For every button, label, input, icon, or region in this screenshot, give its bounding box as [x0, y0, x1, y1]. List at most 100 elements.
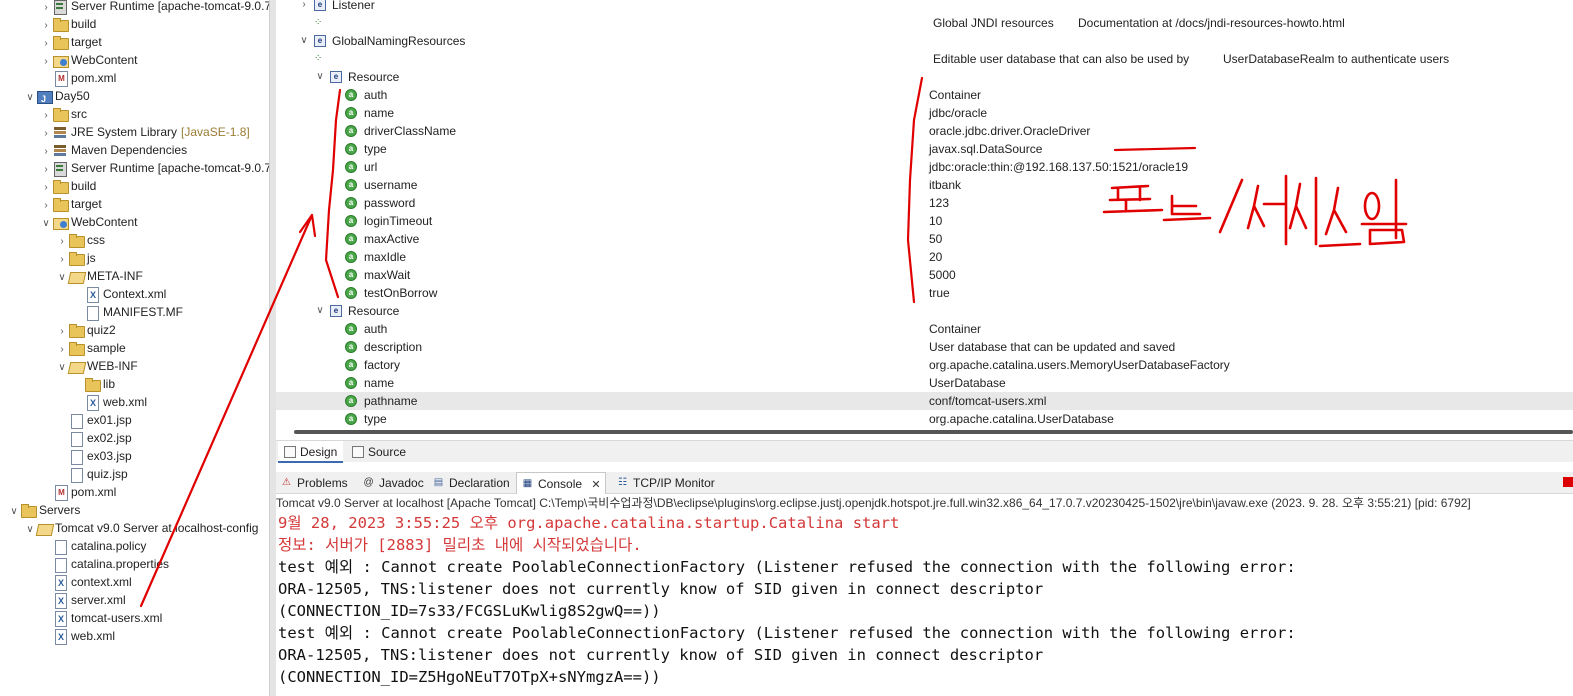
- attribute-value[interactable]: 123: [929, 194, 949, 212]
- attribute-row[interactable]: a driverClassName oracle.jdbc.driver.Oracl…: [276, 122, 1573, 140]
- tree-item[interactable]: › target: [40, 33, 102, 51]
- tab-javadoc[interactable]: @ Javadoc: [358, 472, 423, 494]
- attribute-value[interactable]: 5000: [929, 266, 956, 284]
- attribute-row[interactable]: a testOnBorrow true: [276, 284, 1573, 302]
- chevron-right-icon[interactable]: ›: [298, 0, 310, 14]
- tree-item[interactable]: context.xml: [40, 573, 132, 591]
- explorer-splitter[interactable]: [269, 0, 276, 696]
- chevron-down-icon[interactable]: ∨: [314, 302, 326, 320]
- tree-item[interactable]: › target: [40, 195, 102, 213]
- tree-item[interactable]: › Maven Dependencies: [40, 141, 187, 159]
- attribute-value[interactable]: jdbc:oracle:thin:@192.168.137.50:1521/or…: [929, 158, 1188, 176]
- element-row[interactable]: ∨ e GlobalNamingResources: [276, 32, 1573, 50]
- attribute-value[interactable]: jdbc/oracle: [929, 104, 987, 122]
- editor-horizontal-scrollbar[interactable]: [294, 430, 1573, 434]
- attribute-value[interactable]: org.apache.catalina.UserDatabase: [929, 410, 1114, 428]
- chevron-down-icon[interactable]: ∨: [8, 503, 20, 521]
- chevron-down-icon[interactable]: ∨: [56, 359, 68, 377]
- attribute-value[interactable]: User database that can be updated and sa…: [929, 338, 1175, 356]
- attribute-row[interactable]: a description User database that can be up…: [276, 338, 1573, 356]
- element-row[interactable]: ∨ e Resource: [276, 302, 1573, 320]
- tree-item[interactable]: ∨ Tomcat v9.0 Server at localhost-config: [24, 519, 258, 537]
- element-row[interactable]: › e Listener: [276, 0, 1573, 14]
- tree-item[interactable]: ex02.jsp: [56, 429, 132, 447]
- chevron-down-icon[interactable]: ∨: [56, 269, 68, 287]
- attribute-value[interactable]: UserDatabase: [929, 374, 1006, 392]
- tree-item[interactable]: pom.xml: [40, 483, 116, 501]
- attribute-value[interactable]: conf/tomcat-users.xml: [929, 392, 1046, 410]
- chevron-down-icon[interactable]: ∨: [24, 89, 36, 107]
- attribute-row[interactable]: a loginTimeout 10: [276, 212, 1573, 230]
- comment-row[interactable]: ⁘ Global JNDI resources Documentation at /…: [276, 14, 1573, 32]
- attribute-row[interactable]: a factory org.apache.catalina.users.Memory…: [276, 356, 1573, 374]
- attribute-value[interactable]: 10: [929, 212, 942, 230]
- tab-console[interactable]: ▦ Console ✕: [516, 472, 606, 494]
- attribute-row[interactable]: a password 123: [276, 194, 1573, 212]
- tree-item[interactable]: tomcat-users.xml: [40, 609, 162, 627]
- tree-item[interactable]: MANIFEST.MF: [72, 303, 183, 321]
- tree-item[interactable]: › quiz2: [56, 321, 116, 339]
- tab-design[interactable]: Design: [278, 441, 344, 463]
- tab-source[interactable]: Source: [346, 441, 412, 463]
- attribute-row[interactable]: a name UserDatabase: [276, 374, 1573, 392]
- attribute-value[interactable]: oracle.jdbc.driver.OracleDriver: [929, 122, 1090, 140]
- tree-item[interactable]: ex03.jsp: [56, 447, 132, 465]
- tree-item[interactable]: ∨ WEB-INF: [56, 357, 137, 377]
- chevron-down-icon[interactable]: ∨: [314, 68, 326, 86]
- tree-item[interactable]: server.xml: [40, 591, 126, 609]
- tree-item[interactable]: catalina.properties: [40, 555, 169, 573]
- tree-item[interactable]: › build: [40, 15, 96, 33]
- attribute-value[interactable]: itbank: [929, 176, 961, 194]
- chevron-down-icon[interactable]: ∨: [40, 215, 52, 233]
- tree-item[interactable]: lib: [72, 375, 115, 393]
- attribute-row[interactable]: a pathname conf/tomcat-users.xml: [276, 392, 1573, 410]
- tree-item[interactable]: › sample: [56, 339, 126, 357]
- close-icon[interactable]: ✕: [591, 474, 600, 496]
- tree-item[interactable]: › build: [40, 177, 96, 195]
- attribute-row[interactable]: a maxActive 50: [276, 230, 1573, 248]
- folder-icon: [68, 233, 85, 248]
- tree-item[interactable]: ∨ META-INF: [56, 267, 142, 287]
- tab-declaration[interactable]: ▤ Declaration: [428, 472, 510, 494]
- attribute-value[interactable]: true: [929, 284, 950, 302]
- attribute-row[interactable]: a maxWait 5000: [276, 266, 1573, 284]
- tree-item[interactable]: ∨ WebContent: [40, 213, 138, 231]
- tree-item[interactable]: › JRE System Library [JavaSE-1.8]: [40, 123, 249, 141]
- attribute-value[interactable]: 20: [929, 248, 942, 266]
- tree-item[interactable]: › Server Runtime [apache-tomcat-9.0.71: [40, 0, 269, 15]
- tree-item[interactable]: catalina.policy: [40, 537, 146, 555]
- tree-item[interactable]: pom.xml: [40, 69, 116, 87]
- attribute-value[interactable]: 50: [929, 230, 942, 248]
- attribute-row[interactable]: a maxIdle 20: [276, 248, 1573, 266]
- attribute-value[interactable]: org.apache.catalina.users.MemoryUserData…: [929, 356, 1230, 374]
- attribute-value[interactable]: javax.sql.DataSource: [929, 140, 1042, 158]
- tree-item[interactable]: › WebContent: [40, 51, 138, 69]
- tab-tcpip-monitor[interactable]: ☷ TCP/IP Monitor: [612, 472, 715, 494]
- attribute-row[interactable]: a name jdbc/oracle: [276, 104, 1573, 122]
- attribute-row[interactable]: a type org.apache.catalina.UserDatabase: [276, 410, 1573, 428]
- chevron-down-icon[interactable]: ∨: [298, 32, 310, 50]
- tree-item[interactable]: › css: [56, 231, 105, 249]
- element-row[interactable]: ∨ e Resource: [276, 68, 1573, 86]
- tab-problems[interactable]: ⚠ Problems: [276, 472, 348, 494]
- tree-item[interactable]: ∨ Servers: [8, 501, 80, 519]
- attribute-row[interactable]: a username itbank: [276, 176, 1573, 194]
- attribute-row[interactable]: a auth Container: [276, 320, 1573, 338]
- tree-item[interactable]: ∨ Day50: [24, 87, 89, 108]
- tree-item[interactable]: Context.xml: [72, 285, 166, 303]
- tree-item[interactable]: › js: [56, 249, 96, 267]
- comment-row[interactable]: ⁘ Editable user database that can also be…: [276, 50, 1573, 68]
- attribute-value[interactable]: Container: [929, 320, 981, 338]
- attribute-row[interactable]: a url jdbc:oracle:thin:@192.168.137.50:152…: [276, 158, 1573, 176]
- tree-item[interactable]: › src: [40, 105, 87, 123]
- tree-item[interactable]: web.xml: [72, 393, 147, 411]
- tree-item[interactable]: quiz.jsp: [56, 465, 128, 483]
- chevron-down-icon[interactable]: ∨: [24, 521, 36, 539]
- terminate-icon[interactable]: [1563, 477, 1573, 487]
- tree-item[interactable]: › Server Runtime [apache-tomcat-9.0.71: [40, 159, 269, 177]
- tree-item[interactable]: ex01.jsp: [56, 411, 132, 429]
- attribute-value[interactable]: Container: [929, 86, 981, 104]
- attribute-row[interactable]: a type javax.sql.DataSource: [276, 140, 1573, 158]
- attribute-row[interactable]: a auth Container: [276, 86, 1573, 104]
- tree-item[interactable]: web.xml: [40, 627, 115, 645]
